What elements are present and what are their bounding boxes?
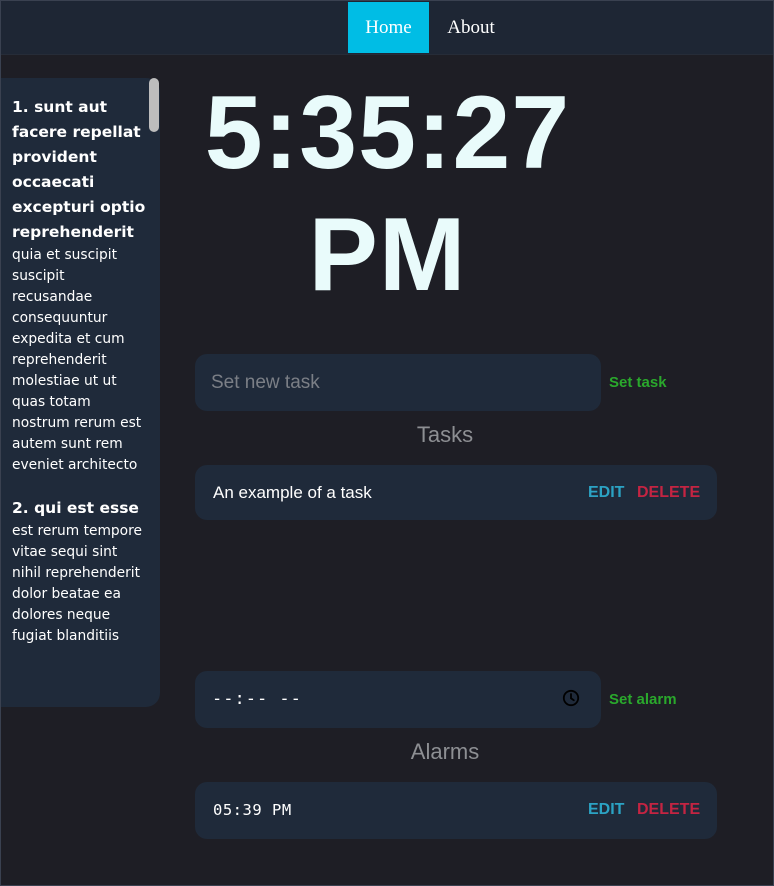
top-navbar: Home About xyxy=(1,1,773,55)
task-delete-button[interactable]: DELETE xyxy=(637,465,700,520)
post-body: quia et suscipit suscipit recusandae con… xyxy=(12,247,142,473)
alarm-time-value[interactable]: --:-- -- xyxy=(212,671,302,728)
task-input-wrapper xyxy=(195,354,601,411)
sidebar-scrollbar-thumb[interactable] xyxy=(149,78,159,132)
nav-home-link[interactable]: Home xyxy=(348,2,429,53)
task-list-item: An example of a task EDIT DELETE xyxy=(195,465,717,520)
alarm-edit-button[interactable]: EDIT xyxy=(588,782,624,837)
set-alarm-button[interactable]: Set alarm xyxy=(609,691,677,708)
alarm-list-item: 05:39 PM EDIT DELETE xyxy=(195,782,717,839)
post-item: 1. sunt aut facere repellat provident oc… xyxy=(12,95,147,476)
post-title: 2. qui est esse xyxy=(12,499,139,517)
alarm-delete-button[interactable]: DELETE xyxy=(637,782,700,837)
task-edit-button[interactable]: EDIT xyxy=(588,465,624,520)
task-text: An example of a task xyxy=(213,483,372,502)
digital-clock: 5:35:27 PM xyxy=(204,75,571,313)
tasks-heading: Tasks xyxy=(416,422,474,447)
alarm-time-text: 05:39 PM xyxy=(213,801,292,819)
alarms-heading: Alarms xyxy=(410,739,480,764)
alarm-time-input[interactable]: --:-- -- xyxy=(195,671,601,728)
post-item: 2. qui est esse est rerum tempore vitae … xyxy=(12,496,147,647)
set-task-button[interactable]: Set task xyxy=(609,374,667,391)
post-body: est rerum tempore vitae sequi sint nihil… xyxy=(12,523,142,644)
post-title: 1. sunt aut facere repellat provident oc… xyxy=(12,98,146,241)
posts-sidebar[interactable]: 1. sunt aut facere repellat provident oc… xyxy=(1,78,160,707)
clock-icon[interactable] xyxy=(562,689,580,707)
task-input[interactable] xyxy=(195,354,601,411)
posts-list[interactable]: 1. sunt aut facere repellat provident oc… xyxy=(12,95,147,707)
nav-about-link[interactable]: About xyxy=(433,2,509,53)
